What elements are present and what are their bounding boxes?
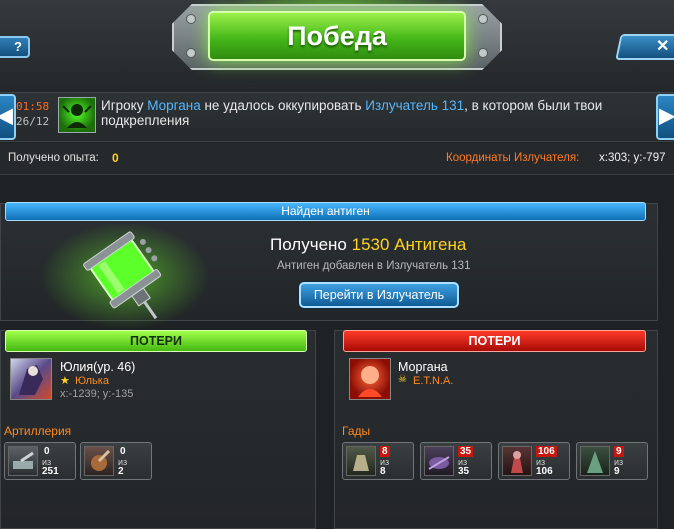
- creature-unit-3-icon: [502, 446, 532, 476]
- biohazard-icon: [58, 97, 96, 133]
- avatar[interactable]: [349, 358, 391, 400]
- emitter-link[interactable]: Излучатель 131: [365, 98, 464, 113]
- unit-category-label: Артиллерия: [4, 424, 72, 438]
- unit-card[interactable]: 9 из 9: [576, 442, 648, 480]
- unit-card[interactable]: 106 из 106: [498, 442, 570, 480]
- unit-lost-count: 8: [380, 446, 390, 457]
- antigen-canister-icon: [70, 228, 180, 325]
- artillery-unit-1-icon: [8, 446, 38, 476]
- antigen-header: Найден антиген: [5, 202, 646, 221]
- unit-card[interactable]: 35 из 35: [420, 442, 492, 480]
- received-label: Получено: [270, 235, 347, 254]
- unit-lost-count: 106: [536, 446, 557, 457]
- next-notification-button[interactable]: ▶: [656, 94, 674, 140]
- unit-total-count: 8: [380, 466, 386, 477]
- unit-lost-count: 0: [44, 446, 50, 457]
- antigen-note: Антиген добавлен в Излучатель 131: [277, 260, 471, 272]
- chevron-left-icon: ◀: [0, 105, 13, 127]
- right-losses-header: ПОТЕРИ: [343, 330, 646, 352]
- clan-name[interactable]: E.T.N.A.: [413, 375, 453, 387]
- unit-category-label: Гады: [342, 424, 371, 438]
- chevron-right-icon: ▶: [659, 105, 674, 127]
- go-to-emitter-button[interactable]: Перейти в Излучатель: [299, 282, 459, 308]
- avatar[interactable]: [10, 358, 52, 400]
- bolt-icon: [186, 14, 196, 24]
- page-title: Победа: [208, 11, 466, 61]
- close-icon: ✕: [656, 38, 670, 55]
- unit-lost-count: 9: [614, 446, 624, 457]
- creature-unit-4-icon: [580, 446, 610, 476]
- help-tab-button[interactable]: ?: [0, 36, 30, 58]
- received-amount: 1530 Антигена: [351, 235, 467, 254]
- player-link[interactable]: Моргана: [147, 98, 201, 113]
- unit-total-count: 9: [614, 466, 620, 477]
- star-icon: ★: [60, 375, 70, 387]
- notification-text-middle: не удалось оккупировать: [200, 98, 366, 113]
- skull-icon: ☠: [398, 374, 407, 385]
- unit-card[interactable]: 0 из 2: [80, 442, 152, 480]
- coords-value[interactable]: x:303; y:-797: [599, 152, 665, 164]
- unit-total-count: 106: [536, 466, 553, 477]
- unit-lost-count: 0: [120, 446, 126, 457]
- creature-unit-2-icon: [424, 446, 454, 476]
- left-losses-header: ПОТЕРИ: [5, 330, 307, 352]
- artillery-unit-2-icon: [84, 446, 114, 476]
- unit-total-count: 251: [42, 466, 59, 477]
- unit-card[interactable]: 0 из 251: [4, 442, 76, 480]
- coords-label: Координаты Излучателя:: [446, 152, 580, 164]
- close-button[interactable]: ✕: [615, 34, 674, 60]
- xp-value: 0: [112, 151, 119, 165]
- player-name[interactable]: Юлия(ур. 46): [60, 360, 135, 374]
- notification-text: Игроку Моргана не удалось оккупировать И…: [101, 98, 653, 128]
- unit-card[interactable]: 8 из 8: [342, 442, 414, 480]
- clan-name[interactable]: Юлька: [75, 375, 109, 387]
- player-coords: x:-1239; y:-135: [60, 388, 134, 400]
- xp-label: Получено опыта:: [8, 152, 99, 164]
- notification-date: 26/12: [16, 115, 50, 128]
- player-name[interactable]: Моргана: [398, 360, 448, 374]
- unit-total-count: 35: [458, 466, 470, 477]
- bolt-icon: [478, 48, 488, 58]
- received-line: Получено 1530 Антигена: [270, 235, 466, 255]
- prev-notification-button[interactable]: ◀: [0, 94, 16, 140]
- notification-time: 01:58: [16, 100, 50, 113]
- creature-unit-1-icon: [346, 446, 376, 476]
- bolt-icon: [186, 48, 196, 58]
- bolt-icon: [478, 14, 488, 24]
- unit-total-count: 2: [118, 466, 124, 477]
- notification-text-prefix: Игроку: [101, 98, 148, 113]
- unit-lost-count: 35: [458, 446, 474, 457]
